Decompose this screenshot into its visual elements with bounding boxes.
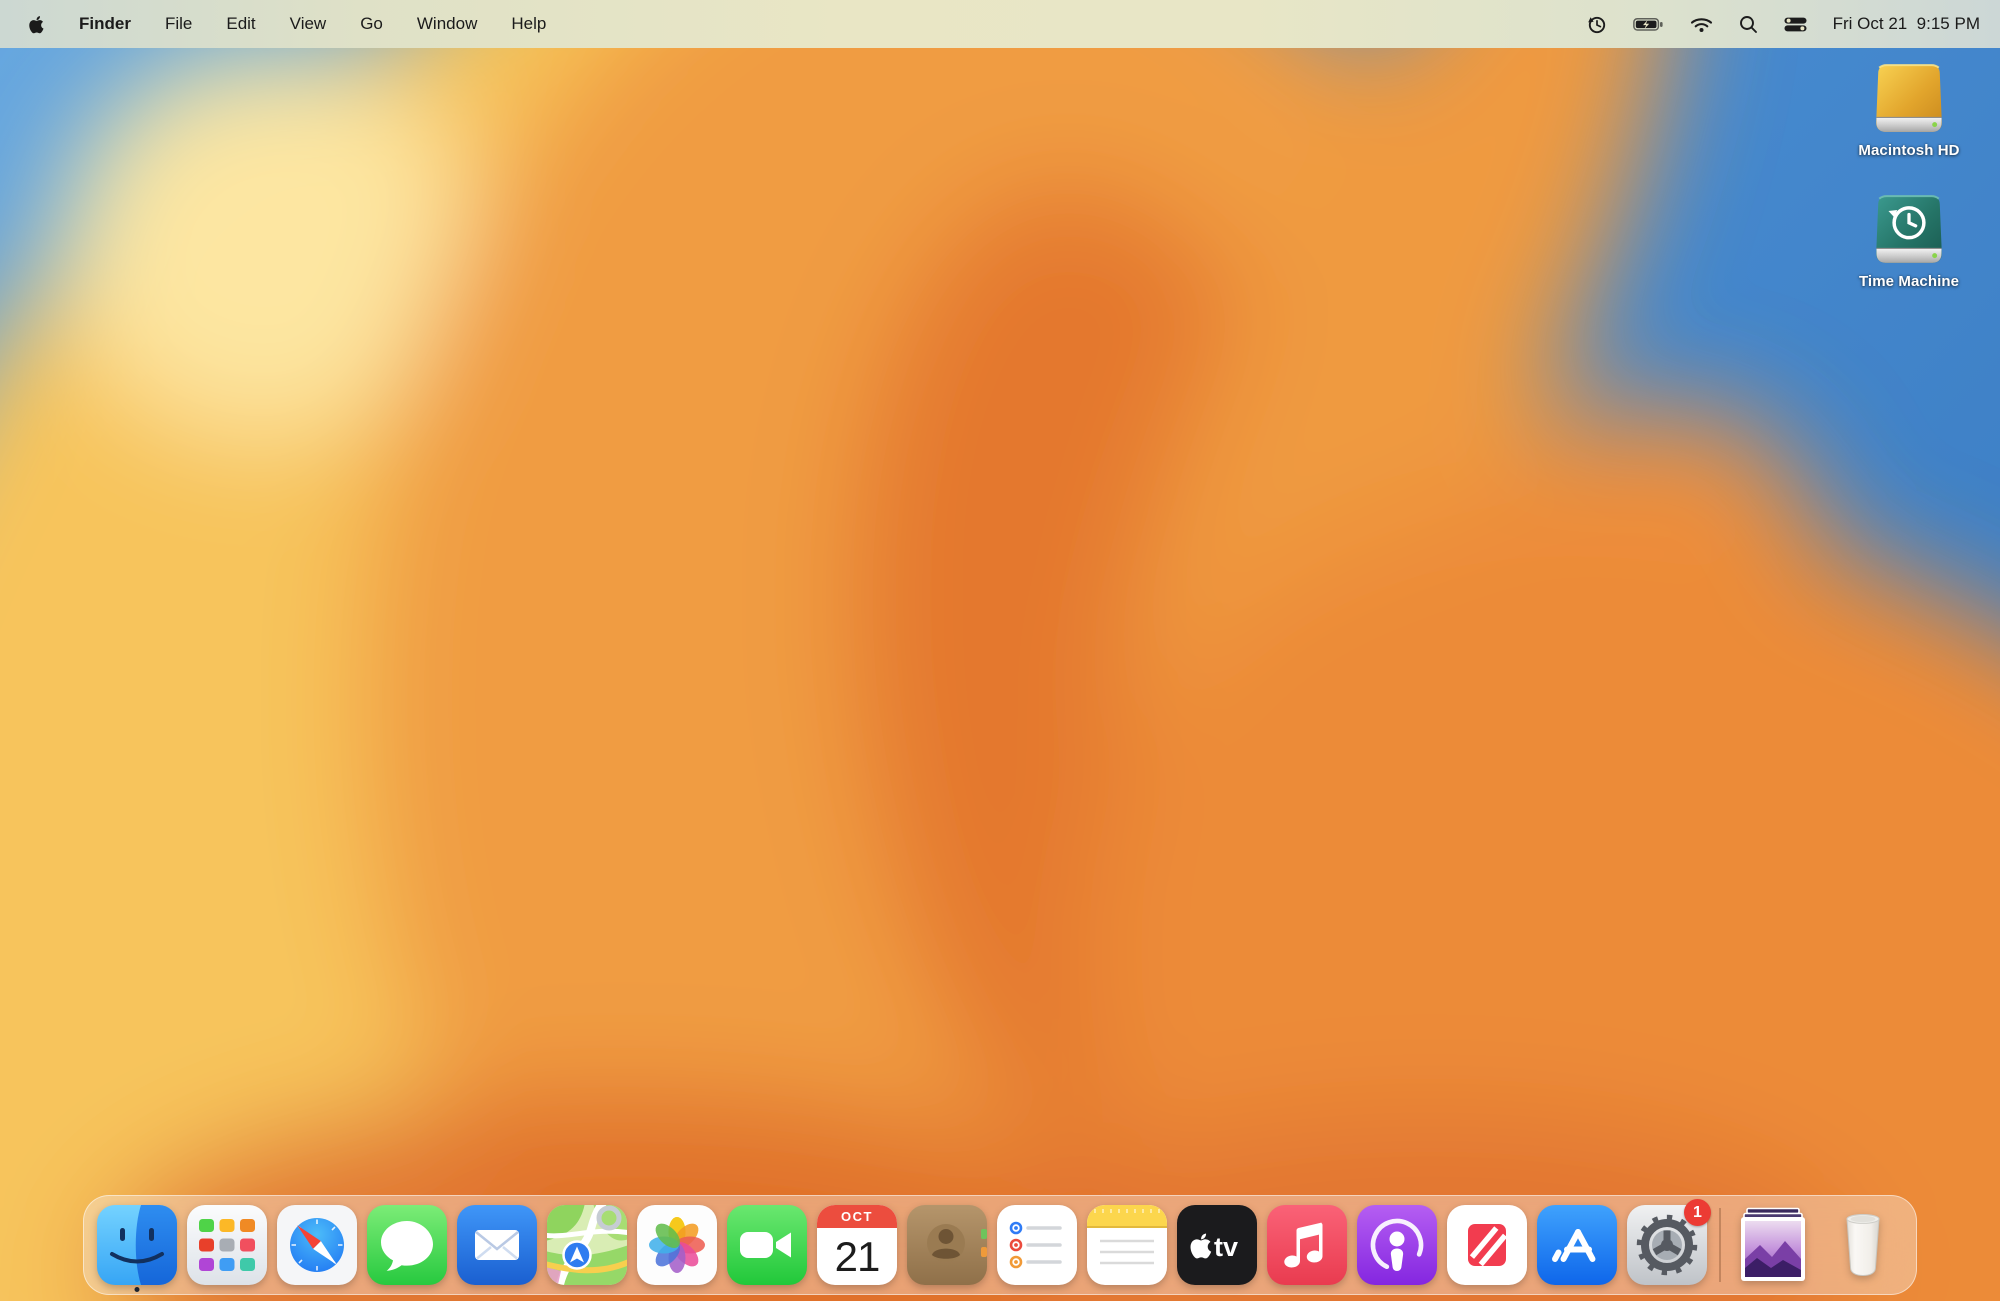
dock-podcasts[interactable] bbox=[1357, 1197, 1437, 1293]
apple-menu-icon[interactable] bbox=[28, 14, 45, 35]
dock-notes[interactable] bbox=[1087, 1197, 1167, 1293]
tv-logo-text: tv bbox=[1214, 1232, 1238, 1262]
time-machine-drive-icon bbox=[1870, 193, 1948, 269]
dock-maps[interactable] bbox=[547, 1197, 627, 1293]
launchpad-icon bbox=[187, 1205, 267, 1285]
dock: OCT 21 bbox=[83, 1195, 1917, 1295]
dock-photos[interactable] bbox=[637, 1197, 717, 1293]
dock-system-settings[interactable]: 1 bbox=[1627, 1197, 1707, 1293]
contacts-icon bbox=[907, 1205, 987, 1285]
mail-icon bbox=[457, 1205, 537, 1285]
dock-mail[interactable] bbox=[457, 1197, 537, 1293]
menu-finder[interactable]: Finder bbox=[79, 14, 131, 34]
dock-messages[interactable] bbox=[367, 1197, 447, 1293]
desktop-icon-label: Macintosh HD bbox=[1858, 142, 1959, 159]
dock-contacts[interactable] bbox=[907, 1197, 987, 1293]
calendar-month: OCT bbox=[817, 1205, 897, 1228]
maps-icon bbox=[547, 1205, 627, 1285]
podcasts-icon bbox=[1357, 1205, 1437, 1285]
spotlight-search-icon[interactable] bbox=[1739, 15, 1758, 34]
battery-charging-icon[interactable] bbox=[1633, 17, 1664, 32]
desktop-icon-time-machine[interactable]: Time Machine bbox=[1859, 193, 1959, 290]
time-machine-icon[interactable] bbox=[1586, 14, 1607, 35]
finder-icon bbox=[97, 1205, 177, 1285]
dock-launchpad[interactable] bbox=[187, 1197, 267, 1293]
calendar-day: 21 bbox=[817, 1228, 897, 1285]
hard-drive-icon bbox=[1870, 62, 1948, 138]
dock-news[interactable] bbox=[1447, 1197, 1527, 1293]
wifi-icon[interactable] bbox=[1690, 16, 1713, 33]
menu-help[interactable]: Help bbox=[511, 14, 546, 34]
facetime-icon bbox=[727, 1205, 807, 1285]
desktop-icon-macintosh-hd[interactable]: Macintosh HD bbox=[1858, 62, 1959, 159]
menu-go[interactable]: Go bbox=[360, 14, 383, 34]
dock-app-store[interactable] bbox=[1537, 1197, 1617, 1293]
apple-tv-icon: tv bbox=[1177, 1205, 1257, 1285]
trash-icon bbox=[1823, 1205, 1903, 1285]
dock-calendar[interactable]: OCT 21 bbox=[817, 1197, 897, 1293]
menu-file[interactable]: File bbox=[165, 14, 192, 34]
menubar-clock[interactable]: Fri Oct 21 9:15 PM bbox=[1833, 14, 1980, 34]
dock-minimized-window[interactable] bbox=[1733, 1197, 1813, 1293]
safari-icon bbox=[277, 1205, 357, 1285]
control-center-icon[interactable] bbox=[1784, 17, 1807, 32]
desktop-icon-label: Time Machine bbox=[1859, 273, 1959, 290]
calendar-icon: OCT 21 bbox=[817, 1205, 897, 1285]
desktop-wallpaper bbox=[0, 0, 2000, 1301]
dock-trash[interactable] bbox=[1823, 1197, 1903, 1293]
menu-bar: Finder File Edit View Go Window Help bbox=[0, 0, 2000, 48]
notes-icon bbox=[1087, 1205, 1167, 1285]
dock-finder[interactable] bbox=[97, 1197, 177, 1293]
desktop-icon-column: Macintosh HD Time Machine bbox=[1844, 62, 1974, 290]
photos-icon bbox=[637, 1205, 717, 1285]
app-store-icon bbox=[1537, 1205, 1617, 1285]
dock-safari[interactable] bbox=[277, 1197, 357, 1293]
minimized-window-icon bbox=[1733, 1205, 1813, 1285]
menu-window[interactable]: Window bbox=[417, 14, 477, 34]
menu-edit[interactable]: Edit bbox=[226, 14, 255, 34]
notification-badge: 1 bbox=[1684, 1199, 1711, 1226]
news-icon bbox=[1447, 1205, 1527, 1285]
dock-tv[interactable]: tv bbox=[1177, 1197, 1257, 1293]
dock-facetime[interactable] bbox=[727, 1197, 807, 1293]
dock-reminders[interactable] bbox=[997, 1197, 1077, 1293]
music-icon bbox=[1267, 1205, 1347, 1285]
menu-view[interactable]: View bbox=[290, 14, 327, 34]
finder-running-indicator bbox=[135, 1287, 140, 1292]
dock-music[interactable] bbox=[1267, 1197, 1347, 1293]
dock-separator bbox=[1717, 1208, 1723, 1282]
reminders-icon bbox=[997, 1205, 1077, 1285]
messages-icon bbox=[367, 1205, 447, 1285]
